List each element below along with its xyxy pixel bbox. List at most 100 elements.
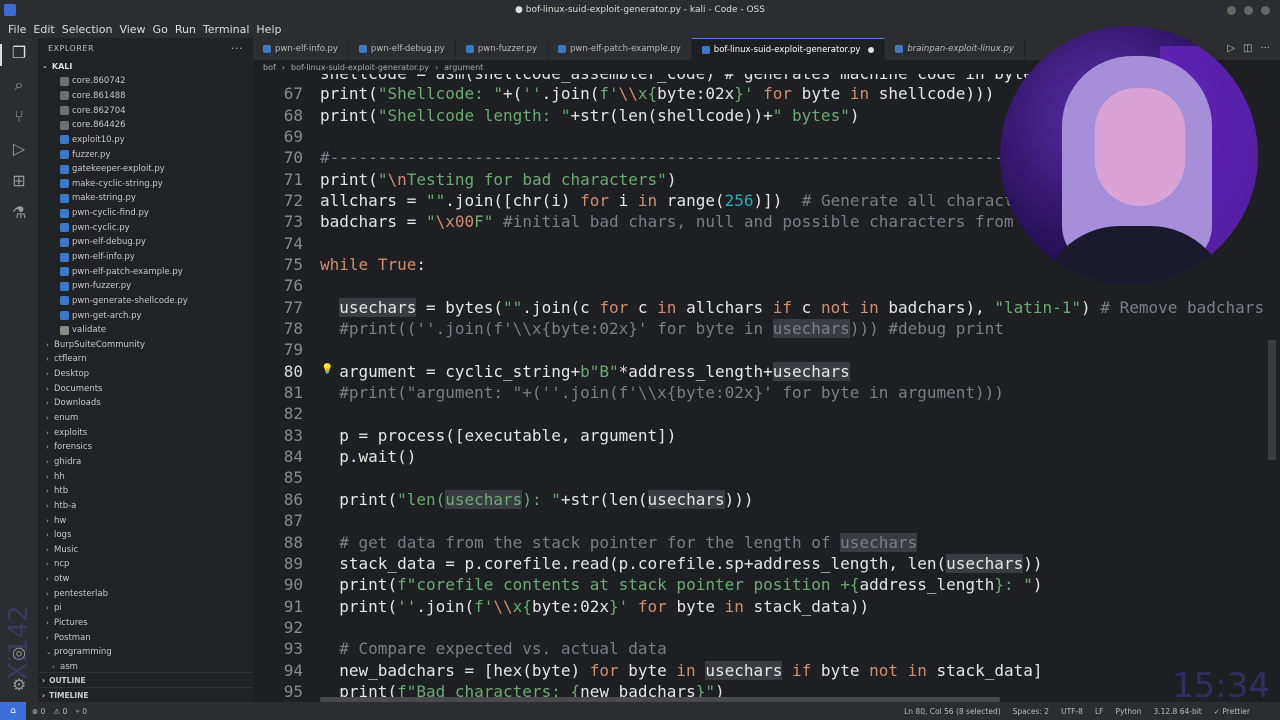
ports-count[interactable]: ⑂ 0 [75,707,87,716]
vertical-scrollbar[interactable] [1268,340,1276,460]
unsaved-dot-icon[interactable] [868,46,875,53]
close-button[interactable] [1261,6,1270,15]
code-text: print("\nTesting for bad characters") [320,169,677,189]
tree-item[interactable]: pwn-elf-patch-example.py [38,264,253,279]
error-count[interactable]: ⊗ 0 [32,707,45,716]
end-of-line[interactable]: LF [1095,707,1104,716]
tree-item[interactable]: validate [38,323,253,338]
tree-item[interactable]: ⌄ programming [38,645,253,660]
minimize-button[interactable] [1227,6,1236,15]
maximize-button[interactable] [1244,6,1253,15]
tree-item[interactable]: › htb [38,484,253,499]
tree-item[interactable]: pwn-fuzzer.py [38,279,253,294]
language-mode[interactable]: Python [1115,707,1141,716]
tree-item[interactable]: pwn-cyclic.py [38,220,253,235]
breadcrumb-file[interactable]: bof-linux-suid-exploit-generator.py [291,63,429,72]
tree-item[interactable]: › Music [38,543,253,558]
tree-item[interactable]: core.862704 [38,103,253,118]
tree-item-label: Desktop [54,369,90,380]
tree-item[interactable]: › Downloads [38,396,253,411]
breadcrumb-folder[interactable]: bof [263,63,276,72]
tree-item[interactable]: › hh [38,469,253,484]
extensions-icon[interactable]: ⊞ [10,172,28,190]
chevron-right-icon: › [46,443,49,452]
cursor-position[interactable]: Ln 80, Col 56 (8 selected) [904,707,1001,716]
line-number: 94 [283,660,303,680]
tree-item[interactable]: pwn-cyclic-find.py [38,206,253,221]
tree-item[interactable]: fuzzer.py [38,147,253,162]
menu-file[interactable]: File [8,23,33,36]
editor-tab[interactable]: brainpan-exploit-linux.py [885,38,1025,60]
python-interpreter[interactable]: 3.12.8 64-bit [1153,707,1201,716]
indentation[interactable]: Spaces: 2 [1013,707,1049,716]
tree-item[interactable]: › exploits [38,425,253,440]
tree-item[interactable]: › BurpSuiteCommunity [38,338,253,353]
tree-item-label: validate [72,325,107,336]
tree-item-label: make-cyclic-string.py [72,178,163,189]
tree-item[interactable]: › forensics [38,440,253,455]
warning-count[interactable]: ⚠ 0 [53,707,67,716]
tree-item[interactable]: › htb-a [38,499,253,514]
tree-item[interactable]: › otw [38,572,253,587]
tab-label: pwn-elf-debug.py [370,44,445,54]
tree-item[interactable]: › ctflearn [38,352,253,367]
breadcrumb-symbol[interactable]: argument [444,63,483,72]
timeline-label: TIMELINE [49,690,89,700]
search-icon[interactable]: ⌕ [10,76,28,94]
tree-item[interactable]: › Postman [38,630,253,645]
tree-item-label: pwn-cyclic.py [72,222,130,233]
line-number: 83 [283,425,303,445]
tree-item[interactable]: › pi [38,601,253,616]
tree-item[interactable]: › pentesterlab [38,586,253,601]
workspace-root[interactable]: ⌄ KALI [38,58,253,74]
tree-item[interactable]: core.861488 [38,89,253,104]
tree-item-label: pwn-fuzzer.py [72,281,132,292]
editor-tab[interactable]: pwn-elf-info.py [253,38,349,60]
prettier-status[interactable]: ✓ Prettier [1214,707,1250,716]
source-control-icon[interactable]: ⑂ [10,108,28,126]
tree-item[interactable]: pwn-elf-debug.py [38,235,253,250]
python-file-icon [60,135,69,145]
tree-item[interactable]: › ghidra [38,455,253,470]
menu-selection[interactable]: Selection [62,23,120,36]
testing-icon[interactable]: ⚗ [10,204,28,222]
explorer-icon[interactable]: ❐ [10,44,28,62]
editor-tab[interactable]: pwn-elf-patch-example.py [548,38,692,60]
menu-view[interactable]: View [119,23,152,36]
tree-item[interactable]: pwn-get-arch.py [38,308,253,323]
tree-item[interactable]: › Pictures [38,616,253,631]
tree-item[interactable]: › Desktop [38,367,253,382]
tree-item[interactable]: › ncp [38,557,253,572]
menu-go[interactable]: Go [153,23,175,36]
code-line: 83 p = process([executable, argument]) [253,425,1280,446]
timeline-section[interactable]: › TIMELINE [38,687,253,702]
tab-label: pwn-elf-info.py [275,44,338,54]
tree-item[interactable]: pwn-generate-shellcode.py [38,294,253,309]
menu-edit[interactable]: Edit [33,23,61,36]
menu-run[interactable]: Run [175,23,203,36]
tree-item[interactable]: pwn-elf-info.py [38,250,253,265]
encoding[interactable]: UTF-8 [1061,707,1083,716]
tree-item[interactable]: core.864426 [38,118,253,133]
more-icon[interactable]: ··· [1260,43,1270,54]
code-line: 91 print(''.join(f'\\x{byte:02x}' for by… [253,595,1280,616]
remote-indicator[interactable]: ⌂ [0,702,26,720]
tree-item[interactable]: › logs [38,528,253,543]
tree-item[interactable]: make-string.py [38,191,253,206]
editor-tab[interactable]: pwn-elf-debug.py [349,38,456,60]
run-debug-icon[interactable]: ▷ [10,140,28,158]
tree-item[interactable]: › hw [38,513,253,528]
outline-section[interactable]: › OUTLINE [38,672,253,687]
menu-help[interactable]: Help [256,23,288,36]
tree-item[interactable]: make-cyclic-string.py [38,176,253,191]
tree-item[interactable]: › enum [38,411,253,426]
editor-tab[interactable]: bof-linux-suid-exploit-generator.py [691,38,886,60]
more-actions-icon[interactable]: ··· [231,42,243,55]
menu-terminal[interactable]: Terminal [203,23,257,36]
tree-item[interactable]: core.860742 [38,74,253,89]
tree-item[interactable]: gatekeeper-exploit.py [38,162,253,177]
editor-tab[interactable]: pwn-fuzzer.py [456,38,549,60]
tree-item[interactable]: exploit10.py [38,133,253,148]
time-watermark: 15:34 [1172,666,1270,706]
tree-item[interactable]: › Documents [38,381,253,396]
